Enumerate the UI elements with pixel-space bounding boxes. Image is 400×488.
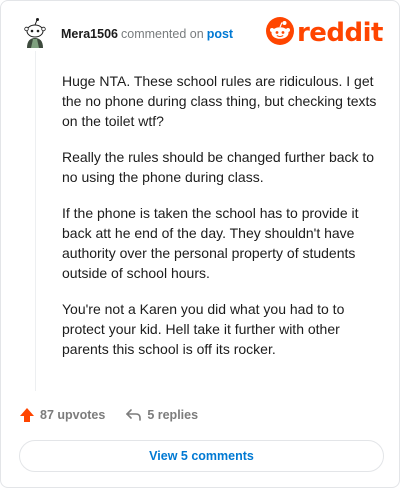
username-link[interactable]: Mera1506	[61, 27, 118, 41]
comment-paragraph: You're not a Karen you did what you had …	[62, 301, 345, 357]
comment-paragraph: If the phone is taken the school has to …	[62, 205, 359, 281]
upvote-count: 87 upvotes	[40, 408, 106, 422]
view-comments-button[interactable]: View 5 comments	[19, 440, 384, 472]
upvote-button[interactable]: 87 upvotes	[19, 407, 105, 423]
commented-on-label: commented on	[121, 27, 204, 41]
comment-body: Huge NTA. These school rules are ridicul…	[62, 71, 384, 375]
reply-count: 5 replies	[147, 408, 199, 422]
reddit-logo[interactable]: reddit	[265, 16, 384, 50]
reddit-wordmark: reddit	[296, 18, 384, 48]
post-link[interactable]: post	[207, 27, 233, 41]
comment-paragraph: Huge NTA. These school rules are ridicul…	[62, 73, 377, 129]
reply-button[interactable]: 5 replies	[125, 407, 198, 423]
reddit-snoo-icon	[265, 16, 294, 50]
reply-arrow-icon	[125, 407, 142, 423]
thread-line[interactable]	[35, 51, 36, 391]
upvote-arrow-icon	[19, 407, 35, 423]
comment-meta: Mera1506 commented on post	[61, 27, 233, 41]
comment-card: Mera1506 commented on post reddit Huge N…	[0, 0, 400, 488]
snoo-avatar-icon[interactable]	[19, 17, 51, 49]
comment-paragraph: Really the rules should be changed furth…	[62, 149, 375, 185]
comment-actions: 87 upvotes 5 replies	[19, 405, 198, 425]
comment-header: Mera1506 commented on post reddit	[19, 15, 384, 51]
